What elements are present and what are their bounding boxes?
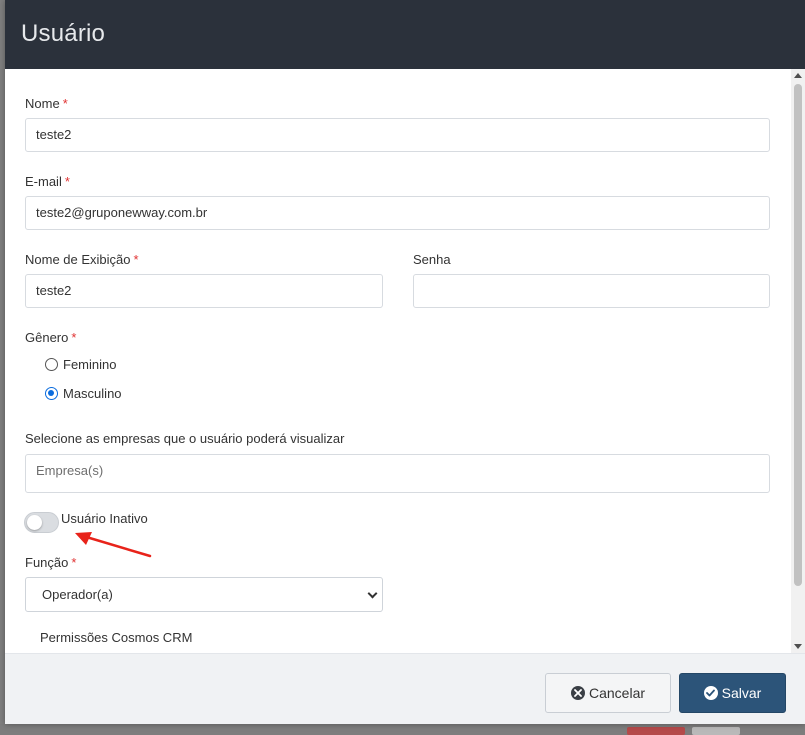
background-badge: [692, 727, 740, 735]
email-input[interactable]: teste2@gruponewway.com.br: [25, 196, 770, 230]
radio-feminino-label: Feminino: [63, 357, 117, 372]
user-modal: Usuário Nome * teste2 E-mail * teste2@grup…: [5, 0, 805, 724]
modal-title: Usuário: [21, 20, 106, 47]
radio-masculino-circle[interactable]: [45, 387, 58, 400]
scroll-down-icon[interactable]: [794, 644, 802, 649]
funcao-label-text: Função: [25, 555, 69, 570]
required-asterisk: *: [133, 252, 139, 267]
modal-scrollbar[interactable]: [791, 69, 805, 653]
annotation-arrow-icon: [75, 532, 152, 558]
chevron-down-icon: [367, 588, 378, 599]
radio-masculino-label: Masculino: [63, 386, 122, 401]
nome-label-text: Nome: [25, 96, 60, 111]
required-asterisk: *: [64, 174, 70, 189]
funcao-select[interactable]: Operador(a): [25, 577, 383, 612]
scroll-up-icon[interactable]: [794, 73, 802, 78]
email-label: E-mail *: [25, 174, 70, 189]
nome-exibicao-label-text: Nome de Exibição: [25, 252, 131, 267]
usuario-inativo-toggle[interactable]: [24, 512, 59, 533]
genero-label-text: Gênero: [25, 330, 69, 345]
required-asterisk: *: [71, 555, 77, 570]
nome-exibicao-label: Nome de Exibição *: [25, 252, 139, 267]
background-badge: [627, 727, 685, 735]
save-button-label: Salvar: [721, 685, 762, 701]
radio-masculino[interactable]: Masculino: [45, 386, 122, 401]
modal-footer: Cancelar Salvar: [5, 653, 805, 724]
empresas-multiselect[interactable]: Empresa(s): [25, 454, 770, 493]
nome-exibicao-input[interactable]: teste2: [25, 274, 383, 308]
funcao-label: Função *: [25, 555, 76, 570]
senha-input[interactable]: [413, 274, 770, 308]
required-asterisk: *: [62, 96, 68, 111]
toggle-knob: [27, 515, 42, 530]
funcao-selected-value: Operador(a): [42, 587, 113, 602]
usuario-inativo-label: Usuário Inativo: [61, 511, 148, 526]
radio-feminino[interactable]: Feminino: [45, 357, 116, 372]
save-button[interactable]: Salvar: [679, 673, 786, 713]
senha-label: Senha: [413, 252, 451, 267]
genero-label: Gênero *: [25, 330, 76, 345]
cancel-button[interactable]: Cancelar: [545, 673, 671, 713]
radio-feminino-circle[interactable]: [45, 358, 58, 371]
modal-body[interactable]: Nome * teste2 E-mail * teste2@gruponewway.…: [5, 69, 805, 653]
email-label-text: E-mail: [25, 174, 62, 189]
permissoes-label: Permissões Cosmos CRM: [40, 630, 193, 645]
modal-header: Usuário: [5, 0, 805, 69]
cancel-button-label: Cancelar: [588, 685, 646, 701]
scrollbar-thumb[interactable]: [794, 84, 802, 586]
empresas-label: Selecione as empresas que o usuário pode…: [25, 431, 345, 446]
check-circle-icon: [703, 686, 718, 700]
required-asterisk: *: [71, 330, 77, 345]
times-circle-icon: [570, 686, 585, 700]
nome-label: Nome *: [25, 96, 68, 111]
nome-input[interactable]: teste2: [25, 118, 770, 152]
